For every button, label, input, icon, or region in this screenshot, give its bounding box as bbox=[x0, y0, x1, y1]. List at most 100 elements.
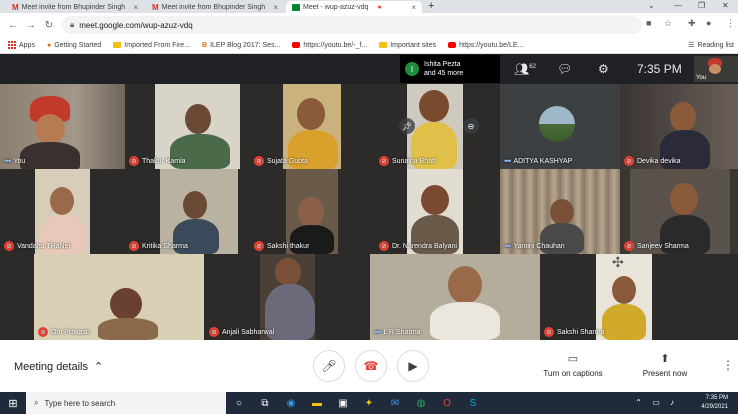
mic-off-icon: ⊘ bbox=[129, 241, 139, 251]
edge-icon[interactable]: ◉ bbox=[278, 398, 304, 409]
bookmark-label: Apps bbox=[19, 41, 35, 49]
cortana-icon[interactable]: ○ bbox=[226, 398, 252, 409]
tile-name: ⊘ Sakshi thakur bbox=[254, 241, 309, 251]
video-tile[interactable]: ⊘ Anjali Sabharwal bbox=[205, 254, 370, 340]
star-icon[interactable]: ☆ bbox=[664, 18, 672, 29]
activities-icon[interactable]: ⚙︎ bbox=[598, 62, 609, 76]
windows-start-icon[interactable]: ⊞ bbox=[0, 397, 26, 410]
close-icon[interactable]: × bbox=[273, 3, 278, 12]
url-text: meet.google.com/wup-azuz-vdq bbox=[79, 20, 193, 30]
meeting-details-label: Meeting details bbox=[14, 360, 88, 373]
phone-hangup-icon: ☎︎ bbox=[363, 359, 379, 373]
speaking-indicator: ••• bbox=[374, 327, 382, 337]
end-call-button[interactable]: ☎︎ bbox=[355, 350, 387, 382]
video-tile[interactable]: ⊘ Om Prakash bbox=[0, 254, 205, 340]
skype-icon[interactable]: S bbox=[460, 398, 486, 409]
task-view-icon[interactable]: ⧉ bbox=[252, 398, 278, 409]
taskbar-search-input[interactable]: ⌕ Type here to search bbox=[26, 392, 226, 414]
participant-name: Thakur Kamla bbox=[142, 157, 186, 165]
camera-button[interactable]: ▶︎ bbox=[397, 350, 429, 382]
video-tile[interactable]: ⊘ Devika devika bbox=[620, 84, 738, 169]
video-tile[interactable]: ••• Yamini Chauhan bbox=[500, 169, 620, 254]
participant-name: Anjali Sabharwal bbox=[222, 328, 275, 336]
video-tile[interactable]: ⊘ Sujata Gupta bbox=[250, 84, 375, 169]
new-tab-icon[interactable]: + bbox=[428, 0, 434, 12]
reload-icon[interactable]: ↻ bbox=[40, 20, 58, 31]
tile-name: ⊘ Vandana THaNel bbox=[4, 241, 70, 251]
close-window-icon[interactable]: ✕ bbox=[722, 1, 729, 10]
mail-icon[interactable]: ✉ bbox=[382, 398, 408, 409]
participant-name: L R Sharma bbox=[383, 328, 421, 336]
reading-list[interactable]: ☰ Reading list bbox=[688, 41, 734, 50]
remove-icon[interactable]: ⊖ bbox=[463, 118, 479, 134]
bookmark-ilep[interactable]: B ILEP Blog 2017: Ses... bbox=[202, 42, 280, 49]
video-tile[interactable]: ⊘ Sanjeev Sharma bbox=[620, 169, 738, 254]
video-tile[interactable]: ⊘ Thakur Kamla bbox=[125, 84, 250, 169]
tile-name: ⊘ Anjali Sabharwal bbox=[209, 327, 274, 337]
video-tile[interactable]: ⊘ Sakshi thakur bbox=[250, 169, 375, 254]
app-icon[interactable]: ✦ bbox=[356, 398, 382, 409]
bookmark-youtube-1[interactable]: https://youtu.be/-_f... bbox=[292, 42, 367, 49]
mic-off-icon: ⊘ bbox=[379, 241, 389, 251]
youtube-icon bbox=[292, 42, 301, 48]
self-thumbnail[interactable]: You bbox=[694, 56, 738, 82]
close-icon[interactable]: × bbox=[133, 3, 138, 12]
taskbar-clock[interactable]: 7:35 PM 4/29/2021 bbox=[701, 394, 728, 412]
camera-icon[interactable]: ■ bbox=[646, 18, 651, 28]
tab-bar: M Meet invite from Bhupinder Singh × M M… bbox=[0, 0, 738, 13]
mic-button[interactable]: 🎤︎ bbox=[313, 350, 345, 382]
bookmark-important[interactable]: Important sites bbox=[379, 42, 436, 49]
back-icon[interactable]: ← bbox=[4, 20, 22, 31]
tab-gmail-2[interactable]: M Meet invite from Bhupinder Singh × bbox=[146, 1, 284, 13]
chat-icon[interactable]: 💬︎ bbox=[557, 62, 572, 76]
avatar[interactable]: ● bbox=[706, 18, 711, 28]
chrome-icon[interactable]: ◍ bbox=[408, 398, 434, 409]
participant-name: Vandana THaNel bbox=[17, 242, 71, 250]
restore-icon[interactable]: ❐ bbox=[698, 1, 705, 10]
video-tile[interactable]: 📌︎ ⊖ ⊘ Sunaina Bhatt bbox=[375, 84, 500, 169]
presenter-text: Ishita Pezta and 45 more bbox=[424, 60, 463, 78]
mic-off-icon: ⊘ bbox=[38, 327, 48, 337]
video-tile-you[interactable]: ••• You bbox=[0, 84, 125, 169]
extensions-icon[interactable]: ✚ bbox=[688, 18, 696, 29]
meet-icon bbox=[292, 3, 300, 11]
tile-name: ••• You bbox=[4, 156, 25, 166]
people-icon[interactable]: 👥︎62 bbox=[514, 62, 536, 76]
meeting-details-button[interactable]: Meeting details ⌃ bbox=[14, 360, 103, 374]
opera-icon[interactable]: O bbox=[434, 398, 460, 409]
bookmark-getting-started[interactable]: ● Getting Started bbox=[47, 42, 101, 49]
store-icon[interactable]: ▣ bbox=[330, 398, 356, 409]
video-tile[interactable]: ✣ ⊘ Sakshi Sharma bbox=[540, 254, 738, 340]
bookmark-youtube-2[interactable]: https://youtu.be/LE... bbox=[448, 42, 523, 49]
mic-icon: 🎤︎ bbox=[321, 359, 337, 373]
pin-icon[interactable]: 📌︎ bbox=[399, 118, 415, 134]
video-tile[interactable]: ••• L R Sharma bbox=[370, 254, 540, 340]
system-tray-icons[interactable]: ⌃ ▭ ♪ bbox=[635, 398, 678, 407]
video-tile[interactable]: ⊘ Vandana THaNel bbox=[0, 169, 125, 254]
tab-meet[interactable]: Meet - wup-azuz-vdq ● × bbox=[286, 1, 422, 13]
bookmark-imported[interactable]: Imported From Fire... bbox=[113, 42, 190, 49]
menu-icon[interactable]: ⋮ bbox=[726, 18, 735, 29]
bookmark-apps[interactable]: Apps bbox=[8, 41, 35, 49]
video-tile[interactable]: ⊘ Kritika Sharma bbox=[125, 169, 250, 254]
forward-icon[interactable]: → bbox=[22, 20, 40, 31]
minimize-icon[interactable]: — bbox=[674, 1, 682, 10]
present-now-button[interactable]: ⬆︎ Present now bbox=[636, 352, 694, 378]
bookmark-label: https://youtu.be/-_f... bbox=[303, 41, 368, 49]
tab-gmail-1[interactable]: M Meet invite from Bhupinder Singh × bbox=[6, 1, 144, 13]
captions-button[interactable]: ▭ Turn on captions bbox=[540, 352, 606, 378]
fan-icon: ✣ bbox=[612, 254, 624, 270]
video-tile[interactable]: ••• ADITYA KASHYAP bbox=[500, 84, 620, 169]
address-bar: ← → ↻ 🔒︎ meet.google.com/wup-azuz-vdq ■ … bbox=[0, 13, 738, 37]
more-options-icon[interactable]: ⋮ bbox=[722, 358, 734, 372]
url-input[interactable]: 🔒︎ meet.google.com/wup-azuz-vdq bbox=[62, 16, 642, 34]
speaking-indicator: ••• bbox=[504, 156, 512, 166]
participant-name: Sunaina Bhatt bbox=[392, 157, 436, 165]
mic-off-icon: ⊘ bbox=[544, 327, 554, 337]
mic-off-icon: ⊘ bbox=[379, 156, 389, 166]
close-icon[interactable]: × bbox=[411, 3, 416, 12]
file-explorer-icon[interactable]: ▬ bbox=[304, 398, 330, 409]
video-tile[interactable]: ⊘ Dr. Narendra Balyani bbox=[375, 169, 500, 254]
tab-search-icon[interactable]: ⌄ bbox=[648, 1, 655, 10]
presenter-chip[interactable]: I Ishita Pezta and 45 more bbox=[400, 55, 500, 83]
